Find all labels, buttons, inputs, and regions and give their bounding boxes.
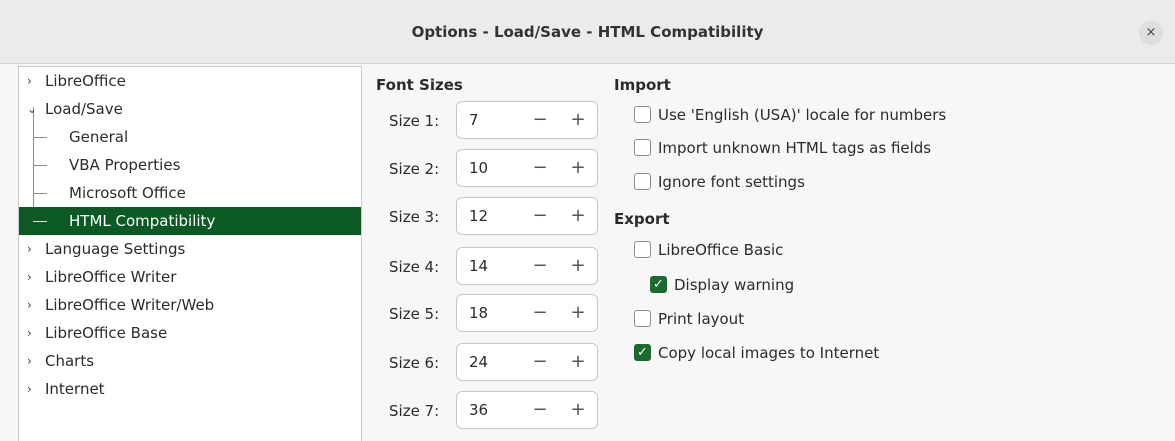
checkbox-label: LibreOffice Basic: [658, 241, 784, 259]
minus-icon[interactable]: −: [521, 198, 559, 234]
size-4-label: Size 4:: [389, 258, 440, 276]
size-2-label: Size 2:: [389, 160, 440, 178]
checkbox[interactable]: [634, 139, 651, 156]
tree-connector: [33, 193, 47, 194]
size-2-spinbox[interactable]: 10 − +: [456, 149, 598, 187]
tree-item-microsoft-office[interactable]: Microsoft Office: [19, 179, 361, 207]
checkbox-label: Use 'English (USA)' locale for numbers: [658, 106, 947, 124]
plus-icon[interactable]: +: [559, 102, 597, 138]
checkbox-label: Copy local images to Internet: [658, 344, 880, 362]
size-3-spinbox[interactable]: 12 − +: [456, 197, 598, 235]
tree-item-label: General: [69, 128, 129, 146]
size-6-spinbox[interactable]: 24 − +: [456, 343, 598, 381]
tree-item-vba-properties[interactable]: VBA Properties: [19, 151, 361, 179]
checkbox-label: Display warning: [674, 276, 795, 294]
chevron-right-icon[interactable]: ›: [27, 263, 32, 291]
options-dialog: Options - Load/Save - HTML Compatibility…: [0, 0, 1175, 441]
export-heading: Export: [614, 210, 670, 228]
size-3-label: Size 3:: [389, 208, 440, 226]
tree-item-general[interactable]: General: [19, 123, 361, 151]
minus-icon[interactable]: −: [521, 344, 559, 380]
tree-item-internet[interactable]: › Internet: [19, 375, 361, 403]
size-4-value[interactable]: 14: [469, 248, 488, 284]
checkbox[interactable]: [634, 173, 651, 190]
tree-item-libreoffice-writer-web[interactable]: › LibreOffice Writer/Web: [19, 291, 361, 319]
plus-icon[interactable]: +: [559, 295, 597, 331]
size-7-value[interactable]: 36: [469, 392, 488, 428]
options-tree[interactable]: › LibreOffice ⌄ Load/Save General VBA Pr…: [18, 66, 362, 441]
checkbox-label: Ignore font settings: [658, 173, 805, 191]
chevron-right-icon[interactable]: ›: [27, 291, 32, 319]
checkbox-label: Import unknown HTML tags as fields: [658, 139, 932, 157]
checkbox-label: Print layout: [658, 310, 745, 328]
tree-item-label: VBA Properties: [69, 156, 181, 174]
tree-item-html-compatibility[interactable]: HTML Compatibility: [19, 207, 361, 235]
tree-item-label: HTML Compatibility: [69, 212, 216, 230]
chevron-right-icon[interactable]: ›: [27, 375, 32, 403]
plus-icon[interactable]: +: [559, 198, 597, 234]
tree-item-libreoffice[interactable]: › LibreOffice: [19, 67, 361, 95]
size-3-value[interactable]: 12: [469, 198, 488, 234]
minus-icon[interactable]: −: [521, 102, 559, 138]
plus-icon[interactable]: +: [559, 392, 597, 428]
tree-item-label: Load/Save: [45, 100, 123, 118]
tree-item-label: Microsoft Office: [69, 184, 186, 202]
tree-connector: [33, 137, 47, 138]
close-icon[interactable]: ×: [1139, 21, 1163, 45]
chevron-right-icon[interactable]: ›: [27, 67, 32, 95]
size-7-spinbox[interactable]: 36 − +: [456, 391, 598, 429]
size-5-value[interactable]: 18: [469, 295, 488, 331]
plus-icon[interactable]: +: [559, 248, 597, 284]
size-7-label: Size 7:: [389, 402, 440, 420]
tree-item-language-settings[interactable]: › Language Settings: [19, 235, 361, 263]
tree-connector: [33, 221, 47, 222]
checkbox[interactable]: [634, 241, 651, 258]
plus-icon[interactable]: +: [559, 344, 597, 380]
size-1-label: Size 1:: [389, 112, 440, 130]
chevron-right-icon[interactable]: ›: [27, 319, 32, 347]
tree-item-label: Internet: [45, 380, 105, 398]
size-1-value[interactable]: 7: [469, 102, 479, 138]
tree-connector: [33, 165, 47, 166]
tree-item-charts[interactable]: › Charts: [19, 347, 361, 375]
minus-icon[interactable]: −: [521, 150, 559, 186]
font-sizes-heading: Font Sizes: [376, 76, 463, 94]
tree-item-label: Language Settings: [45, 240, 186, 258]
minus-icon[interactable]: −: [521, 392, 559, 428]
minus-icon[interactable]: −: [521, 295, 559, 331]
chevron-right-icon[interactable]: ›: [27, 235, 32, 263]
tree-item-label: Charts: [45, 352, 95, 370]
size-2-value[interactable]: 10: [469, 150, 488, 186]
chevron-down-icon[interactable]: ⌄: [27, 95, 37, 123]
title-bar: Options - Load/Save - HTML Compatibility…: [0, 0, 1175, 64]
plus-icon[interactable]: +: [559, 150, 597, 186]
tree-item-libreoffice-writer[interactable]: › LibreOffice Writer: [19, 263, 361, 291]
size-5-label: Size 5:: [389, 305, 440, 323]
checkmark-icon[interactable]: ✓: [634, 344, 651, 361]
tree-item-load-save[interactable]: ⌄ Load/Save: [19, 95, 361, 123]
minus-icon[interactable]: −: [521, 248, 559, 284]
size-4-spinbox[interactable]: 14 − +: [456, 247, 598, 285]
size-6-label: Size 6:: [389, 354, 440, 372]
checkbox[interactable]: [634, 310, 651, 327]
tree-item-label: LibreOffice Writer/Web: [45, 296, 215, 314]
import-heading: Import: [614, 76, 671, 94]
chevron-right-icon[interactable]: ›: [27, 347, 32, 375]
tree-item-libreoffice-base[interactable]: › LibreOffice Base: [19, 319, 361, 347]
checkbox[interactable]: [634, 106, 651, 123]
size-1-spinbox[interactable]: 7 − +: [456, 101, 598, 139]
size-6-value[interactable]: 24: [469, 344, 488, 380]
size-5-spinbox[interactable]: 18 − +: [456, 294, 598, 332]
tree-item-label: LibreOffice: [45, 72, 126, 90]
tree-item-label: LibreOffice Base: [45, 324, 168, 342]
tree-item-label: LibreOffice Writer: [45, 268, 177, 286]
dialog-title: Options - Load/Save - HTML Compatibility: [411, 23, 764, 41]
checkmark-icon[interactable]: ✓: [650, 276, 667, 293]
